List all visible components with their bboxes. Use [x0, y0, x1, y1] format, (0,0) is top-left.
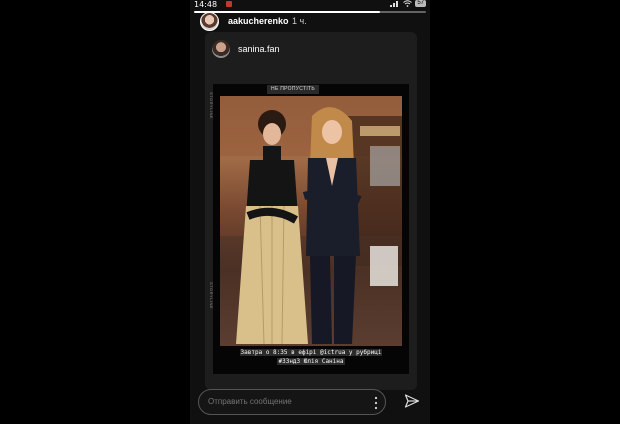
- signal-icon: [390, 1, 399, 7]
- phone-screen: 14:48 57 aakucherenko 1 ч. sanina.fan ST…: [190, 0, 430, 424]
- send-icon[interactable]: [404, 393, 420, 409]
- story-header: aakucherenko 1 ч.: [190, 12, 430, 32]
- status-bar: 14:48 57: [190, 0, 430, 9]
- notification-icon: [226, 1, 232, 7]
- status-time: 14:48: [194, 0, 218, 9]
- story-photo: [220, 96, 402, 346]
- wifi-icon: [403, 0, 413, 7]
- story-username[interactable]: aakucherenko: [228, 16, 289, 26]
- card-header: sanina.fan: [205, 32, 417, 62]
- side-label-top: STORYLINE: [209, 92, 214, 120]
- photo-illustration: [220, 96, 402, 346]
- caption-line-2: #33нд3 Юлія Саніна: [277, 358, 345, 365]
- story-time-ago: 1 ч.: [292, 16, 307, 26]
- caption-line-1: Завтра о 8:35 в ефірі @ictrua у рубриці: [239, 349, 383, 356]
- reply-bar[interactable]: [198, 389, 386, 415]
- status-icons: 57: [390, 0, 426, 7]
- card-avatar[interactable]: [212, 40, 230, 58]
- story-avatar[interactable]: [200, 12, 219, 31]
- shared-story-card[interactable]: sanina.fan STORYLINE STORYLINE НЕ ПРОПУС…: [205, 32, 417, 390]
- card-username[interactable]: sanina.fan: [238, 44, 280, 54]
- story-tag: НЕ ПРОПУСТІТЬ: [267, 85, 319, 94]
- battery-indicator: 57: [415, 0, 426, 7]
- side-label-bottom: STORYLINE: [209, 282, 214, 310]
- story-caption: Завтра о 8:35 в ефірі @ictrua у рубриці …: [215, 348, 407, 366]
- reply-input[interactable]: [208, 397, 358, 406]
- more-vertical-icon[interactable]: [373, 396, 379, 410]
